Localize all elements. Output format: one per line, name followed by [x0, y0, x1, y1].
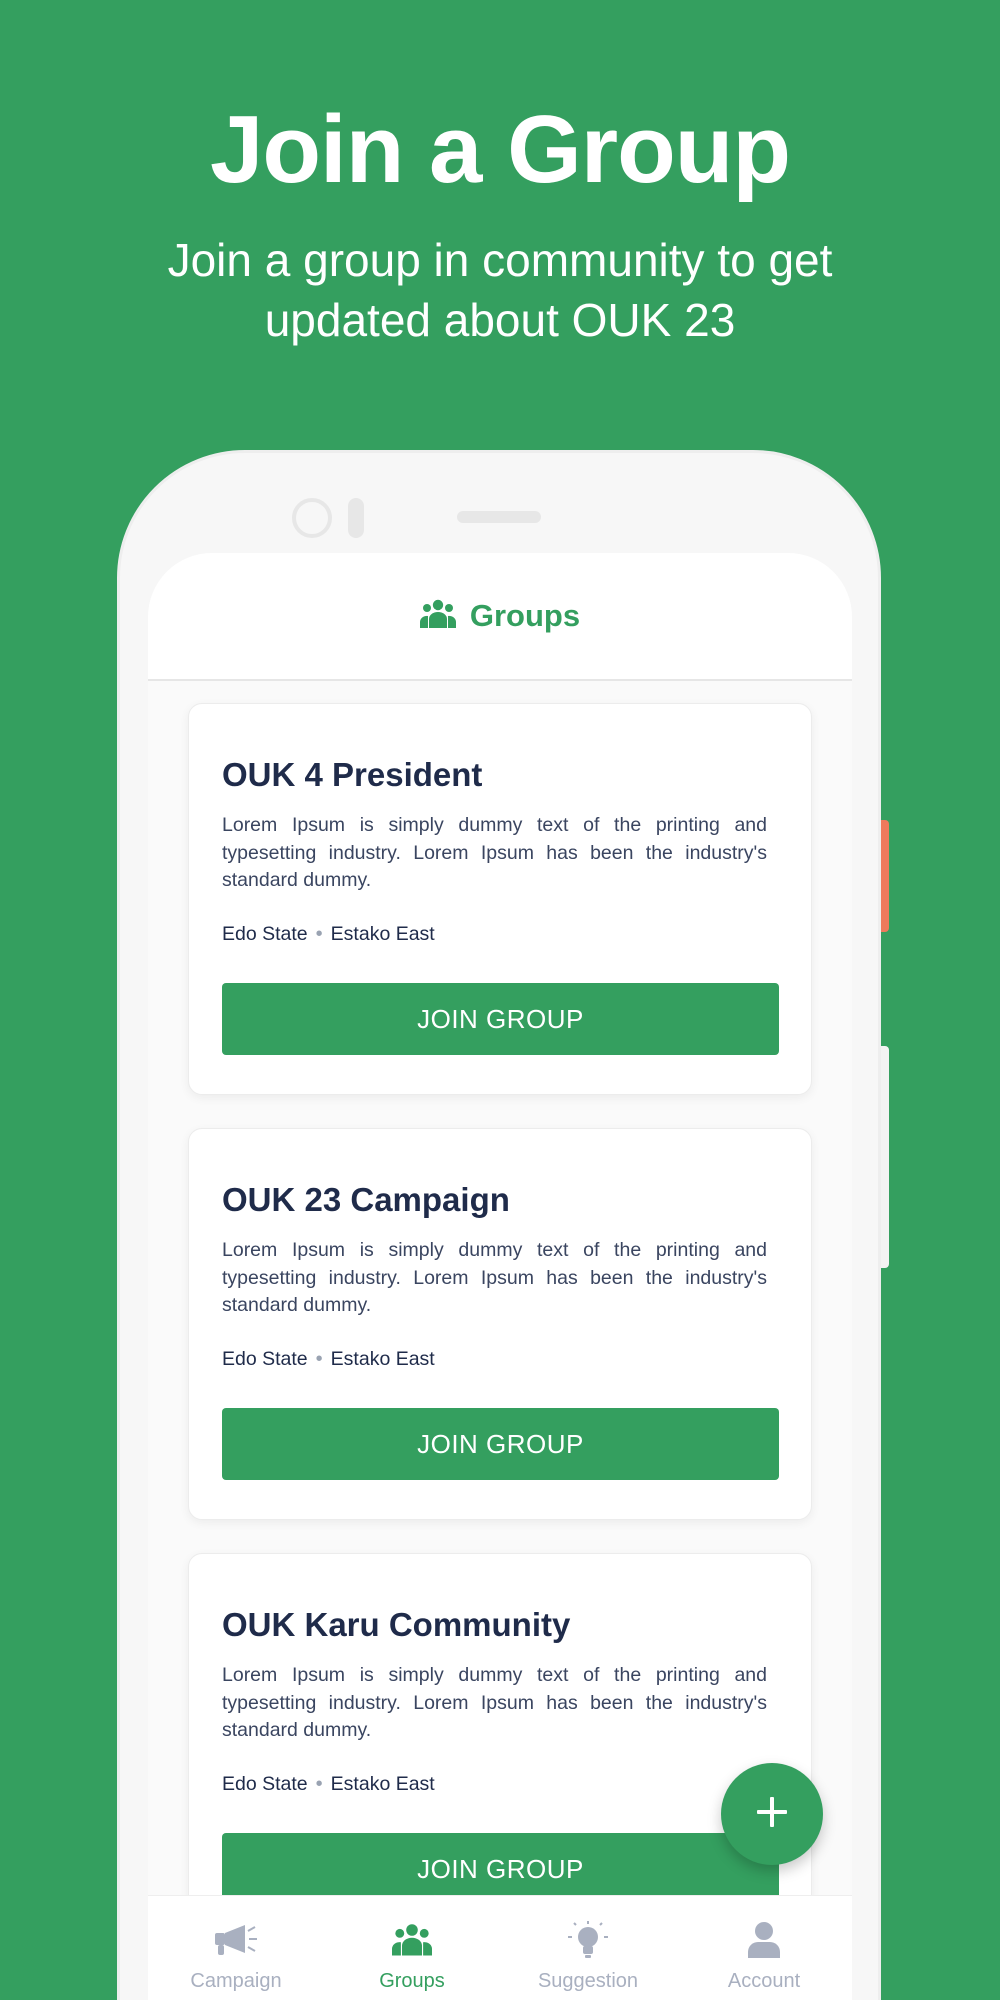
nav-item-suggestion[interactable]: Suggestion — [500, 1896, 676, 2000]
nav-item-groups[interactable]: Groups — [324, 1896, 500, 2000]
nav-label: Campaign — [190, 1970, 282, 1992]
page-title: Groups — [469, 598, 581, 633]
group-card: OUK Karu Community Lorem Ipsum is simply… — [188, 1553, 812, 1945]
group-card: OUK 4 President Lorem Ipsum is simply du… — [188, 703, 812, 1095]
phone-sensor — [348, 498, 364, 538]
group-title: OUK 23 Campaign — [222, 1181, 510, 1218]
lightbulb-icon — [564, 1918, 612, 1962]
phone-side-button — [881, 820, 889, 932]
group-state: Edo State — [222, 1772, 308, 1795]
group-title: OUK Karu Community — [222, 1606, 571, 1643]
group-state: Edo State — [222, 1347, 308, 1370]
nav-item-account[interactable]: Account — [676, 1896, 852, 2000]
add-group-button[interactable] — [721, 1763, 823, 1865]
group-area: Estako East — [330, 1347, 435, 1370]
phone-volume-button — [881, 1046, 889, 1268]
users-icon — [419, 599, 456, 634]
phone-speaker — [457, 511, 541, 523]
user-icon — [740, 1918, 788, 1962]
app-screen: Groups OUK 4 President Lorem Ipsum is si… — [148, 553, 852, 2000]
group-state: Edo State — [222, 922, 308, 945]
separator-dot: • — [315, 1772, 323, 1795]
nav-label: Suggestion — [537, 1970, 639, 1992]
group-description: Lorem Ipsum is simply dummy text of the … — [222, 1664, 767, 1741]
group-area: Estako East — [330, 1772, 435, 1795]
hero-title: Join a Group — [209, 96, 791, 203]
group-location: Edo State • Estako East — [222, 1771, 779, 1797]
join-group-button[interactable]: JOIN GROUP — [222, 983, 779, 1055]
group-description: Lorem Ipsum is simply dummy text of the … — [222, 814, 767, 891]
group-location: Edo State • Estako East — [222, 1346, 779, 1372]
megaphone-icon — [212, 1918, 260, 1962]
nav-label: Groups — [379, 1970, 445, 1992]
separator-dot: • — [315, 922, 323, 945]
separator-dot: • — [315, 1347, 323, 1370]
join-group-button[interactable]: JOIN GROUP — [222, 1408, 779, 1480]
group-location: Edo State • Estako East — [222, 921, 779, 947]
phone-camera — [292, 498, 332, 538]
group-description: Lorem Ipsum is simply dummy text of the … — [222, 1239, 767, 1316]
nav-label: Account — [727, 1970, 801, 1992]
hero-subtitle: Join a group in community to get updated… — [167, 234, 833, 346]
app-header: Groups — [148, 553, 852, 681]
nav-item-campaign[interactable]: Campaign — [148, 1896, 324, 2000]
users-icon — [388, 1918, 436, 1962]
group-title: OUK 4 President — [222, 756, 483, 793]
plus-icon — [755, 1795, 789, 1834]
group-card: OUK 23 Campaign Lorem Ipsum is simply du… — [188, 1128, 812, 1520]
bottom-nav: Campaign Groups Suggestion Account — [148, 1895, 852, 2000]
group-area: Estako East — [330, 922, 435, 945]
